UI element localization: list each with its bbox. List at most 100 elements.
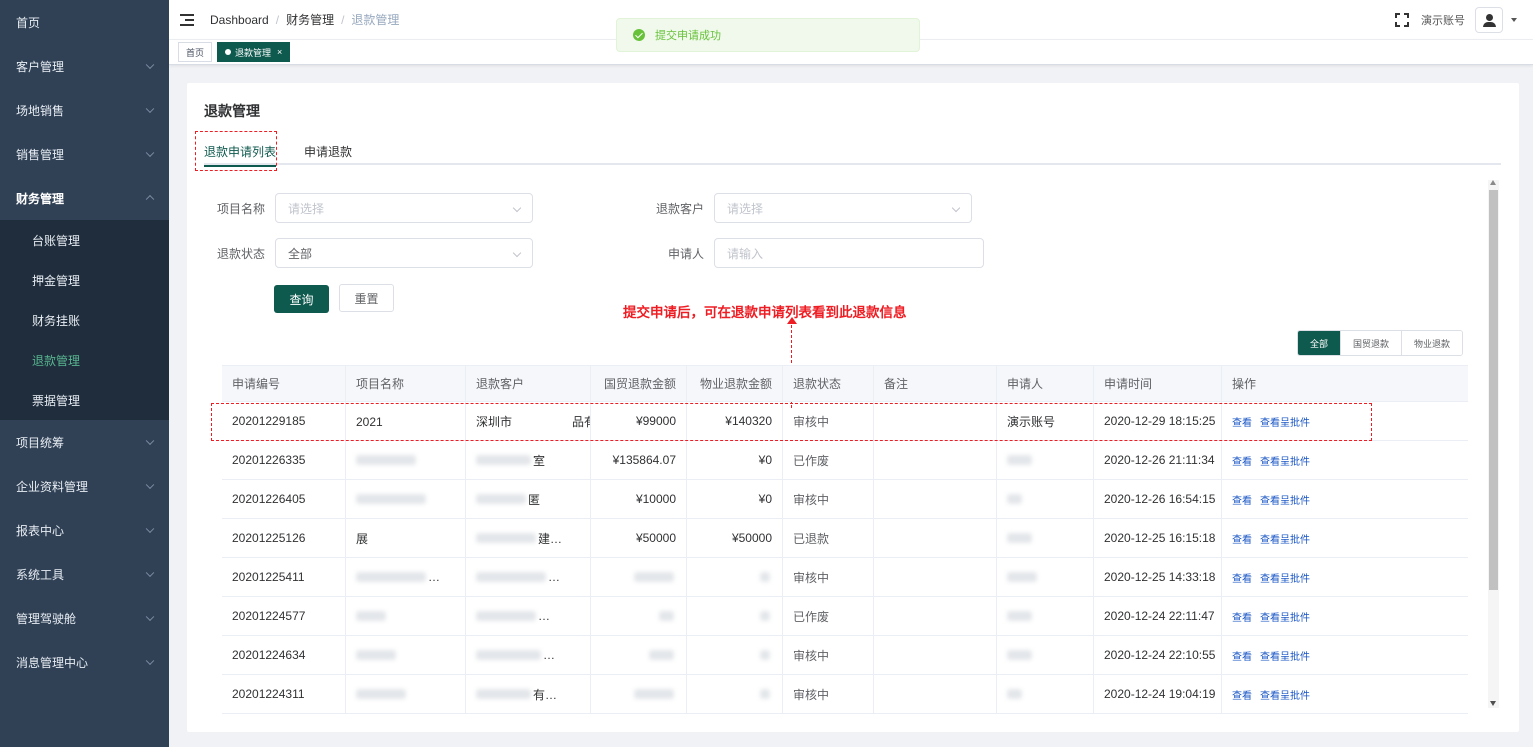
sidebar-item-sales[interactable]: 销售管理 [0,132,169,176]
menu-toggle-icon[interactable] [180,13,194,26]
redacted-text [356,455,416,465]
sidebar-item-cockpit[interactable]: 管理驾驶舱 [0,596,169,640]
view-approval-link[interactable]: 查看呈批件 [1260,687,1310,702]
cell-gm-amount [591,675,687,713]
sidebar-item-venue-sales[interactable]: 场地销售 [0,88,169,132]
cell-wy-amount: ¥0 [687,441,783,479]
cell-status: 已退款 [783,519,874,557]
project-select[interactable]: 请选择 [275,193,533,223]
vertical-scrollbar[interactable] [1488,180,1499,708]
view-link[interactable]: 查看 [1232,492,1252,507]
customer-select[interactable]: 请选择 [714,193,972,223]
scroll-down-icon[interactable] [1490,701,1496,706]
success-toast: 提交申请成功 [616,18,920,52]
chevron-down-icon [512,248,522,258]
view-approval-link[interactable]: 查看呈批件 [1260,531,1310,546]
view-link[interactable]: 查看 [1232,648,1252,663]
view-approval-link[interactable]: 查看呈批件 [1260,492,1310,507]
cell-text: ¥10000 [635,492,676,506]
column-header: 操作 [1232,377,1257,391]
cell-actions: 查看 查看呈批件 [1222,636,1468,674]
avatar[interactable] [1475,7,1503,33]
cell-text: 已作废 [793,453,830,468]
sidebar-item-label: 销售管理 [16,147,65,162]
sidebar-item-reports[interactable]: 报表中心 [0,508,169,552]
reset-button[interactable]: 重置 [339,284,394,312]
redacted-text [476,533,536,543]
query-button[interactable]: 查询 [274,285,329,313]
view-link[interactable]: 查看 [1232,570,1252,585]
chevron-down-icon [145,436,155,446]
close-icon[interactable]: × [277,47,282,57]
scrollbar-thumb[interactable] [1489,190,1498,590]
redacted-text [760,689,770,699]
submenu-item-refund[interactable]: 退款管理 [0,340,169,380]
view-approval-link[interactable]: 查看呈批件 [1260,648,1310,663]
sidebar-item-label: 消息管理中心 [16,655,89,670]
sidebar-item-finance[interactable]: 财务管理 [0,176,169,220]
view-approval-link[interactable]: 查看呈批件 [1260,609,1310,624]
view-link[interactable]: 查看 [1232,609,1252,624]
segment-wy-refund[interactable]: 物业退款 [1401,331,1463,355]
view-link[interactable]: 查看 [1232,687,1252,702]
sidebar-item-label: 企业资料管理 [16,479,89,494]
cell-customer: … [466,636,591,674]
fullscreen-icon[interactable] [1395,13,1409,27]
cell-wy-amount: ¥50000 [687,519,783,557]
cell-time: 2020-12-24 22:11:47 [1094,597,1222,635]
cell-gm-amount [591,597,687,635]
breadcrumb-item[interactable]: Dashboard [210,13,269,27]
redacted-text [634,689,674,699]
cell-text: 建… [538,531,563,546]
cell-text: 审核中 [793,648,830,663]
cell-text: 20201226405 [232,492,306,506]
cell-customer: … [466,597,591,635]
tag-refund[interactable]: 退款管理 × [217,42,291,62]
cell-text: 2020-12-26 16:54:15 [1104,492,1216,506]
status-select[interactable]: 全部 [275,238,533,268]
sidebar-item-home[interactable]: 首页 [0,0,169,44]
caret-down-icon[interactable] [1511,18,1517,22]
tag-home[interactable]: 首页 [178,42,213,62]
sidebar-item-customers[interactable]: 客户管理 [0,44,169,88]
view-link[interactable]: 查看 [1232,531,1252,546]
redacted-text [634,572,674,582]
sidebar-item-projects[interactable]: 项目统筹 [0,420,169,464]
table-body: 202012291852021 食…深圳市 品有…¥99000¥140320审核… [222,402,1468,714]
view-approval-link[interactable]: 查看呈批件 [1260,453,1310,468]
sidebar-item-enterprise[interactable]: 企业资料管理 [0,464,169,508]
cell-text: ¥50000 [731,531,772,545]
sidebar-item-messages[interactable]: 消息管理中心 [0,640,169,684]
column-header: 退款状态 [783,366,874,401]
table-row: 20201226335 室 ¥135864.07 ¥0 已作废 2020-12-26 21… [222,441,1468,480]
applicant-input[interactable]: 请输入 [714,238,984,268]
filter-customer: 退款客户 请选择 [644,193,972,223]
submenu-item-accounts[interactable]: 财务挂账 [0,300,169,340]
submenu-item-invoice[interactable]: 票据管理 [0,380,169,420]
breadcrumb-item: 财务管理 [286,13,335,27]
sidebar-item-tools[interactable]: 系统工具 [0,552,169,596]
user-area: 演示账号 [1395,0,1517,40]
cell-project [346,597,466,635]
table-row: 20201226405 匿 ¥10000 ¥0 审核中 2020-12-26 16:54:… [222,480,1468,519]
cell-actions: 查看 查看呈批件 [1222,441,1468,479]
view-approval-link[interactable]: 查看呈批件 [1260,570,1310,585]
main-card: 退款管理 退款申请列表 申请退款 项目名称 请选择 退款客户 请选择 退款状态 … [187,83,1519,732]
cell-project: … [346,558,466,596]
submenu-item-ledger[interactable]: 台账管理 [0,220,169,260]
cell-time: 2020-12-26 21:11:34 [1094,441,1222,479]
sidebar-item-label: 报表中心 [16,523,65,538]
tab-apply-refund[interactable]: 申请退款 [304,137,352,165]
applicant-placeholder: 请输入 [727,246,764,261]
cell-remark [874,675,997,713]
view-link[interactable]: 查看 [1232,453,1252,468]
submenu-item-deposit[interactable]: 押金管理 [0,260,169,300]
cell-project [346,480,466,518]
redacted-text [760,650,770,660]
redacted-text [760,611,770,621]
scroll-up-icon[interactable] [1490,180,1496,185]
segment-gm-refund[interactable]: 国贸退款 [1340,331,1402,355]
segment-all[interactable]: 全部 [1298,331,1341,355]
cell-remark [874,441,997,479]
cell-gm-amount: ¥10000 [591,480,687,518]
